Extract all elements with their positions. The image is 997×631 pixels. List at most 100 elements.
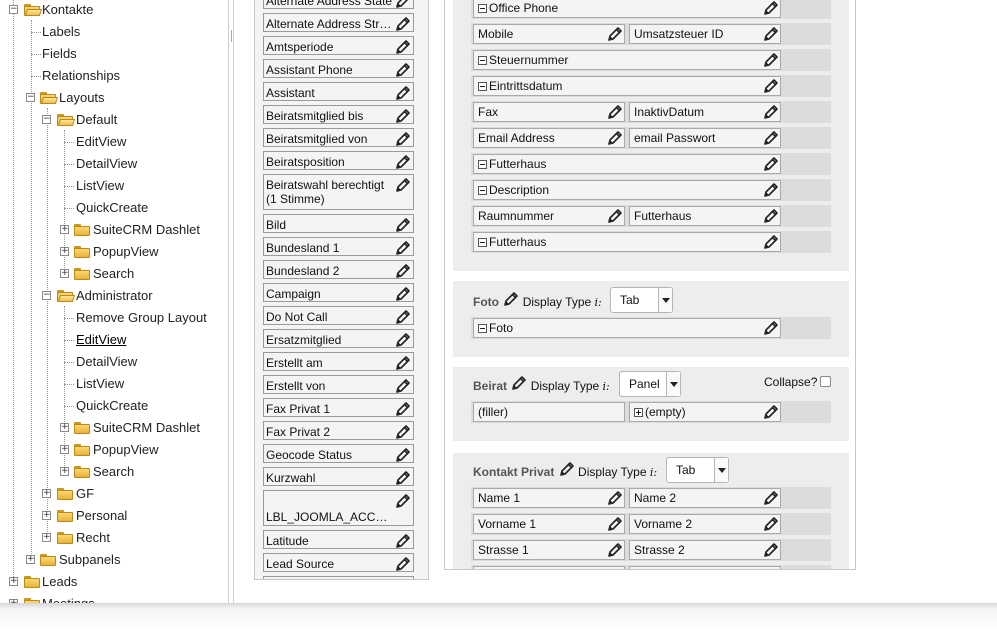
pencil-icon[interactable] <box>394 108 411 123</box>
tree-node-recht[interactable]: + Recht <box>0 528 228 548</box>
minus-icon[interactable] <box>478 324 487 333</box>
pencil-icon[interactable] <box>606 568 623 569</box>
expand-icon[interactable]: + <box>60 269 69 278</box>
available-field[interactable]: Lead Source <box>263 553 414 572</box>
layout-field[interactable]: Umsatzsteuer ID <box>629 24 781 44</box>
panel-beirat[interactable]: Beirat Display Type i: Panel Collapse? (… <box>453 367 849 441</box>
tree-node-gf[interactable]: + GF <box>0 484 228 504</box>
filler-field[interactable]: (filler) <box>473 402 625 422</box>
expand-icon[interactable]: + <box>60 225 69 234</box>
layout-field[interactable]: Eintrittsdatum <box>473 76 781 96</box>
available-field[interactable]: Bild <box>263 214 414 233</box>
tree-splitter[interactable] <box>228 0 234 603</box>
layout-field[interactable]: Foto <box>473 318 781 338</box>
available-field[interactable]: Fax Privat 2 <box>263 421 414 440</box>
available-field[interactable]: LBL_JOOMLA_ACCOUNT_ID <box>263 490 414 526</box>
tree-node-layouts[interactable]: − Layouts <box>0 88 228 108</box>
tree-node-subpanels[interactable]: + Subpanels <box>0 550 228 570</box>
layout-field[interactable]: Raumnummer <box>473 206 625 226</box>
pencil-icon[interactable] <box>394 447 411 462</box>
pencil-icon[interactable] <box>394 579 411 580</box>
layout-field[interactable]: Strasse 2 <box>629 540 781 560</box>
minus-icon[interactable] <box>478 82 487 91</box>
available-field[interactable]: Kurzwahl <box>263 467 414 486</box>
tree-node-administrator[interactable]: − Administrator <box>0 286 228 306</box>
available-field[interactable]: Geocode Status <box>263 444 414 463</box>
layout-field[interactable]: Vorname 1 <box>473 514 625 534</box>
pencil-icon[interactable] <box>394 378 411 393</box>
panel-foto[interactable]: Foto Display Type i: Tab Foto <box>453 281 849 357</box>
layout-field[interactable]: Description <box>473 180 781 200</box>
layout-field[interactable]: Vorname 2 <box>629 514 781 534</box>
pencil-icon[interactable] <box>762 404 779 421</box>
tree-node-search[interactable]: + Search <box>0 462 228 482</box>
pencil-icon[interactable] <box>394 154 411 169</box>
pencil-icon[interactable] <box>606 490 623 507</box>
layout-field[interactable]: Email Address <box>473 128 625 148</box>
expand-icon[interactable]: + <box>60 423 69 432</box>
pencil-icon[interactable] <box>762 156 779 173</box>
tree-node-popupview[interactable]: + PopupView <box>0 242 228 262</box>
info-icon[interactable]: i: <box>603 380 610 393</box>
collapse-icon[interactable]: − <box>42 115 51 124</box>
tree-node-kontakte[interactable]: − Kontakte <box>0 0 228 20</box>
pencil-icon[interactable] <box>762 104 779 121</box>
pencil-icon[interactable] <box>394 401 411 416</box>
pencil-icon[interactable] <box>394 217 411 232</box>
pencil-icon[interactable] <box>394 0 411 8</box>
available-field[interactable]: Assistant Phone <box>263 59 414 78</box>
available-field[interactable]: Do Not Call <box>263 306 414 325</box>
expand-icon[interactable]: + <box>42 533 51 542</box>
pencil-icon[interactable] <box>558 461 575 478</box>
expand-icon[interactable]: + <box>9 577 18 586</box>
available-field[interactable]: Bundesland 2 <box>263 260 414 279</box>
info-icon[interactable]: i: <box>595 296 602 309</box>
collapse-icon[interactable]: − <box>26 93 35 102</box>
expand-icon[interactable]: + <box>42 511 51 520</box>
minus-icon[interactable] <box>478 56 487 65</box>
pencil-icon[interactable] <box>606 516 623 533</box>
layout-field[interactable]: Strasse 1 <box>473 540 625 560</box>
plus-icon[interactable] <box>634 408 643 417</box>
panel-kontakt-privat[interactable]: Kontakt Privat Display Type i: Tab Name … <box>453 453 849 569</box>
collapse-icon[interactable]: − <box>42 291 51 300</box>
layout-field[interactable]: email Passwort <box>629 128 781 148</box>
pencil-icon[interactable] <box>394 332 411 347</box>
pencil-icon[interactable] <box>606 104 623 121</box>
pencil-icon[interactable] <box>606 208 623 225</box>
available-field[interactable]: Fax Privat 1 <box>263 398 414 417</box>
pencil-icon[interactable] <box>762 26 779 43</box>
tree-node-popupview[interactable]: + PopupView <box>0 440 228 460</box>
layout-field[interactable]: Name 1 <box>473 488 625 508</box>
pencil-icon[interactable] <box>394 493 411 510</box>
pencil-icon[interactable] <box>762 78 779 95</box>
pencil-icon[interactable] <box>762 516 779 533</box>
layout-field[interactable]: Futterhaus <box>629 206 781 226</box>
pencil-icon[interactable] <box>762 208 779 225</box>
display-type-select[interactable]: Tab <box>610 287 673 313</box>
pencil-icon[interactable] <box>394 62 411 77</box>
available-field[interactable]: Beiratsmitglied von <box>263 128 414 147</box>
layout-field[interactable]: Steuernummer <box>473 50 781 70</box>
pencil-icon[interactable] <box>394 131 411 146</box>
tree-node-default[interactable]: − Default <box>0 110 228 130</box>
expand-icon[interactable]: + <box>60 445 69 454</box>
pencil-icon[interactable] <box>762 320 779 337</box>
pencil-icon[interactable] <box>502 291 519 308</box>
pencil-icon[interactable] <box>762 182 779 199</box>
available-field[interactable]: Bundesland 1 <box>263 237 414 256</box>
pencil-icon[interactable] <box>394 424 411 439</box>
tree-node-suitecrm-dashlet[interactable]: + SuiteCRM Dashlet <box>0 220 228 240</box>
pencil-icon[interactable] <box>394 85 411 100</box>
layout-field[interactable]: InaktivDatum <box>629 102 781 122</box>
tree-node-suitecrm-dashlet[interactable]: + SuiteCRM Dashlet <box>0 418 228 438</box>
pencil-icon[interactable] <box>762 130 779 147</box>
layout-field[interactable]: Name 2 <box>629 488 781 508</box>
tree-node-search[interactable]: + Search <box>0 264 228 284</box>
available-field[interactable]: Erstellt am <box>263 352 414 371</box>
pencil-icon[interactable] <box>394 240 411 255</box>
pencil-icon[interactable] <box>394 556 411 571</box>
minus-icon[interactable] <box>478 160 487 169</box>
pencil-icon[interactable] <box>510 375 527 392</box>
tree-node-meetings[interactable]: + Meetings <box>0 594 228 603</box>
